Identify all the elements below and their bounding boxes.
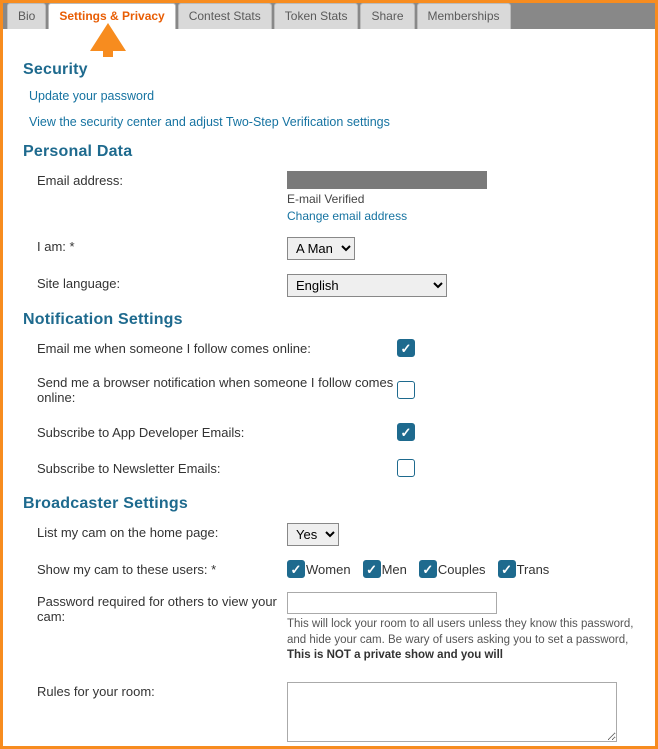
rules-textarea[interactable] xyxy=(287,682,617,742)
tab-contest-stats[interactable]: Contest Stats xyxy=(178,3,272,29)
password-label: Password required for others to view you… xyxy=(37,592,287,624)
show-trans-checkbox[interactable] xyxy=(498,560,516,578)
show-trans-label: Trans xyxy=(517,562,550,577)
notif-dev-emails-label: Subscribe to App Developer Emails: xyxy=(37,425,397,440)
notif-browser-follow-checkbox[interactable] xyxy=(397,381,415,399)
broadcaster-heading: Broadcaster Settings xyxy=(23,495,635,513)
email-redacted xyxy=(287,171,487,189)
personal-data-heading: Personal Data xyxy=(23,143,635,161)
notif-email-follow-label: Email me when someone I follow comes onl… xyxy=(37,341,397,356)
iam-select[interactable]: A Man xyxy=(287,237,355,260)
show-men-label: Men xyxy=(382,562,407,577)
notif-newsletter-label: Subscribe to Newsletter Emails: xyxy=(37,461,397,476)
show-couples-label: Couples xyxy=(438,562,486,577)
show-couples-checkbox[interactable] xyxy=(419,560,437,578)
notif-dev-emails-checkbox[interactable] xyxy=(397,423,415,441)
show-women-checkbox[interactable] xyxy=(287,560,305,578)
tab-bio[interactable]: Bio xyxy=(7,3,46,29)
tab-token-stats[interactable]: Token Stats xyxy=(274,3,359,29)
show-cam-label: Show my cam to these users: * xyxy=(37,560,287,577)
list-cam-label: List my cam on the home page: xyxy=(37,523,287,540)
security-heading: Security xyxy=(23,61,635,79)
iam-label: I am: * xyxy=(37,237,287,254)
notif-newsletter-checkbox[interactable] xyxy=(397,459,415,477)
password-hint: This will lock your room to all users un… xyxy=(287,617,635,664)
language-select[interactable]: English xyxy=(287,274,447,297)
email-verified-text: E-mail Verified xyxy=(287,192,635,206)
tab-bar: Bio Settings & Privacy Contest Stats Tok… xyxy=(3,3,655,29)
update-password-link[interactable]: Update your password xyxy=(29,89,635,103)
show-men-checkbox[interactable] xyxy=(363,560,381,578)
language-label: Site language: xyxy=(37,274,287,291)
rules-label: Rules for your room: xyxy=(37,682,287,699)
room-password-input[interactable] xyxy=(287,592,497,614)
notif-browser-follow-label: Send me a browser notification when some… xyxy=(37,375,397,405)
tab-settings-privacy[interactable]: Settings & Privacy xyxy=(48,3,175,29)
email-label: Email address: xyxy=(37,171,287,188)
notif-email-follow-checkbox[interactable] xyxy=(397,339,415,357)
list-cam-select[interactable]: Yes xyxy=(287,523,339,546)
two-step-verification-link[interactable]: View the security center and adjust Two-… xyxy=(29,115,635,129)
change-email-link[interactable]: Change email address xyxy=(287,209,407,223)
notification-heading: Notification Settings xyxy=(23,311,635,329)
tab-share[interactable]: Share xyxy=(360,3,414,29)
tab-memberships[interactable]: Memberships xyxy=(417,3,511,29)
show-women-label: Women xyxy=(306,562,351,577)
